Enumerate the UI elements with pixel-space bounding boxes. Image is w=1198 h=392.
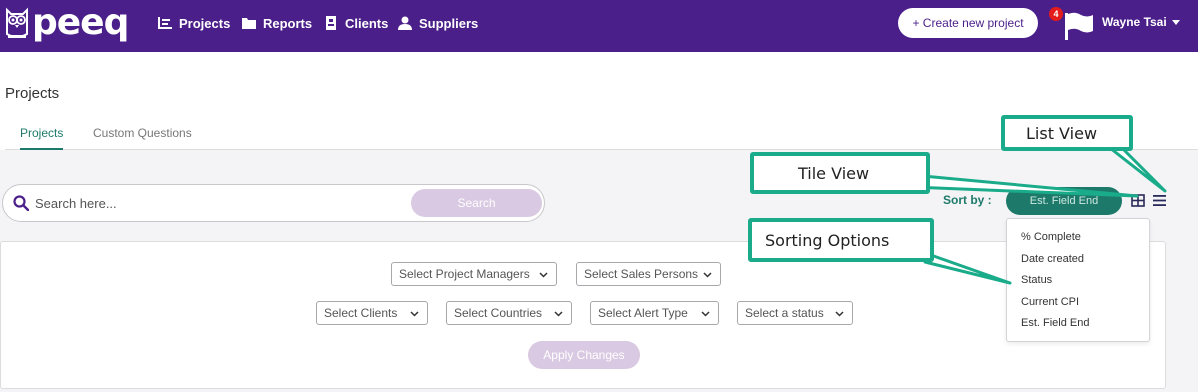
chevron-down-icon — [410, 311, 419, 317]
search-button[interactable]: Search — [411, 189, 542, 217]
tile-view-icon[interactable] — [1131, 194, 1145, 207]
nav-suppliers-label: Suppliers — [419, 15, 479, 31]
nav-projects-label: Projects — [179, 15, 231, 31]
nav-clients[interactable]: Clients — [324, 14, 388, 32]
tab-projects[interactable]: Projects — [20, 126, 64, 150]
sorting-options-callout: Sorting Options — [748, 218, 934, 262]
chevron-down-icon — [554, 311, 563, 317]
list-view-arrow — [1108, 146, 1167, 193]
sort-option-date-created[interactable]: Date created — [1021, 253, 1084, 265]
chevron-down-icon — [539, 272, 548, 278]
dropdown-label: Select a status — [745, 306, 824, 320]
chevron-down-icon — [835, 311, 844, 317]
select-sales-persons-dropdown[interactable]: Select Sales Persons — [576, 262, 721, 286]
chevron-down-icon — [703, 272, 712, 278]
folder-icon — [242, 18, 256, 29]
chevron-down-icon — [701, 311, 710, 317]
peeq-logo[interactable]: peeq — [4, 2, 129, 43]
dropdown-label: Select Alert Type — [598, 306, 688, 320]
sort-option-status[interactable]: Status — [1021, 274, 1052, 286]
notification-badge[interactable]: 4 — [1049, 7, 1063, 21]
sort-select[interactable]: Est. Field End — [1006, 187, 1122, 215]
nav-reports[interactable]: Reports — [242, 14, 312, 32]
nav-suppliers[interactable]: Suppliers — [398, 14, 478, 32]
tab-custom-questions[interactable]: Custom Questions — [93, 126, 192, 150]
search-icon — [13, 195, 29, 211]
apply-changes-button[interactable]: Apply Changes — [528, 341, 640, 369]
sort-options-menu: % Complete Date created Status Current C… — [1006, 218, 1150, 342]
user-icon — [398, 16, 412, 30]
nav-reports-label: Reports — [263, 15, 313, 31]
projects-icon — [158, 17, 172, 29]
sort-option-current-cpi[interactable]: Current CPI — [1021, 296, 1079, 308]
nav-clients-label: Clients — [345, 15, 389, 31]
filter-panel: Select Project Managers Select Sales Per… — [0, 241, 1166, 389]
clients-icon — [326, 16, 336, 30]
owl-logo-icon — [4, 6, 30, 40]
select-countries-dropdown[interactable]: Select Countries — [446, 301, 572, 325]
sort-option-percent-complete[interactable]: % Complete — [1021, 231, 1081, 243]
select-clients-dropdown[interactable]: Select Clients — [316, 301, 428, 325]
list-view-callout: List View — [1001, 115, 1133, 151]
list-view-icon[interactable] — [1153, 194, 1166, 207]
sort-by-label: Sort by : — [943, 193, 992, 207]
dropdown-label: Select Countries — [454, 306, 543, 320]
select-project-managers-dropdown[interactable]: Select Project Managers — [391, 262, 557, 286]
dropdown-label: Select Project Managers — [399, 267, 530, 281]
select-status-dropdown[interactable]: Select a status — [737, 301, 853, 325]
dropdown-label: Select Sales Persons — [584, 267, 699, 281]
tile-view-callout: Tile View — [750, 152, 930, 194]
dropdown-label: Select Clients — [324, 306, 398, 320]
caret-down-icon — [1171, 19, 1180, 25]
user-name-label: Wayne Tsai — [1102, 15, 1167, 29]
logo-text: peeq — [32, 2, 129, 43]
search-bar: Search — [2, 184, 545, 222]
top-navbar: peeq Projects Reports Clients Suppliers … — [0, 0, 1198, 52]
user-menu[interactable]: Wayne Tsai — [1102, 15, 1180, 29]
flag-icon[interactable] — [1063, 10, 1095, 40]
sort-option-est-field-end[interactable]: Est. Field End — [1021, 317, 1089, 329]
create-new-project-button[interactable]: + Create new project — [898, 8, 1038, 38]
search-input[interactable] — [35, 193, 395, 213]
page-title: Projects — [5, 85, 60, 102]
select-alert-type-dropdown[interactable]: Select Alert Type — [590, 301, 719, 325]
nav-projects[interactable]: Projects — [158, 14, 230, 32]
